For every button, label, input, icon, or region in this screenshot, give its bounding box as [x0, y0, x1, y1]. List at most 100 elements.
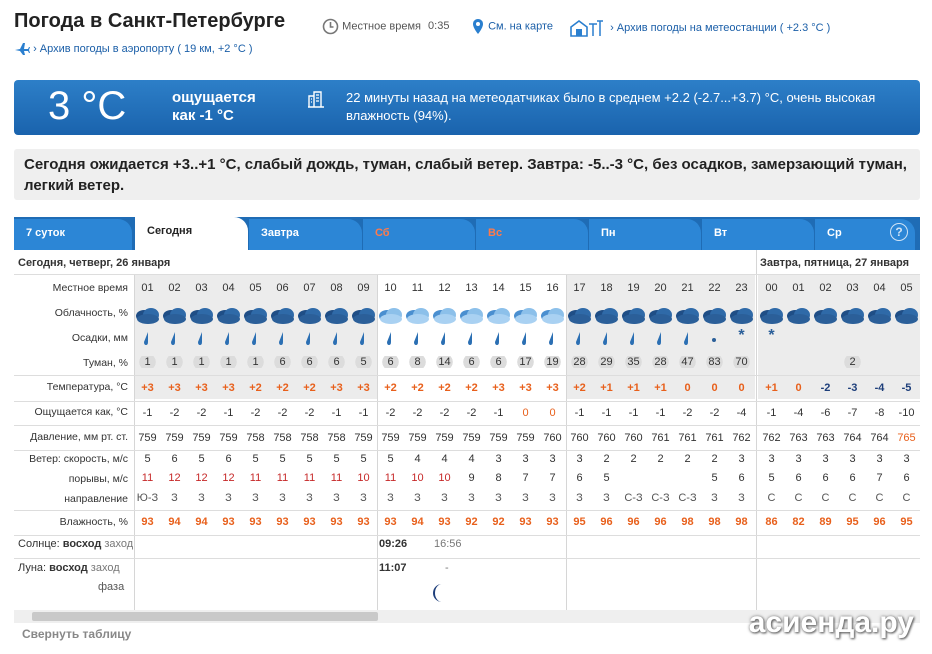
humidity-cell: 92	[492, 516, 505, 528]
cloud-icon	[134, 304, 161, 326]
tab-0[interactable]: 7 суток	[14, 219, 132, 250]
rain-drop-icon	[377, 326, 404, 348]
moon-phase-label: фаза	[98, 581, 125, 593]
pressure-cell: 763	[816, 432, 835, 444]
tab-4[interactable]: Вс	[476, 219, 588, 250]
fog-cell: 70	[728, 356, 755, 368]
rain-drop-icon	[485, 326, 512, 348]
fog-cell: 1	[215, 356, 242, 368]
direction-cell: С	[848, 492, 857, 504]
row-separator	[14, 558, 920, 559]
local-time-value: 0:35	[428, 20, 450, 33]
airport-archive-label[interactable]: Архив погоды в аэропорту	[40, 43, 174, 55]
day-tabs: Ср Вт Пн Вс Сб Завтра Сегодня 7 суток ?	[14, 217, 920, 250]
map-link-label[interactable]: См. на карте	[488, 20, 553, 32]
hour-cell: 08	[330, 282, 343, 294]
wind-speed-cell: 3	[576, 453, 583, 465]
sunset-time: 16:56	[434, 538, 462, 550]
hour-cell: 18	[600, 282, 613, 294]
wind-speed-cell: 5	[144, 453, 151, 465]
collapse-table-link[interactable]: Свернуть таблицу	[22, 627, 131, 641]
tab-3[interactable]: Сб	[363, 219, 475, 250]
rain-drop-icon	[512, 326, 539, 348]
station-archive-link[interactable]: › Архив погоды на метеостанции ( +2.3 °C…	[569, 18, 830, 38]
gusts-cell: 7	[549, 472, 556, 484]
pressure-cell: 765	[897, 432, 916, 444]
wind-speed-cell: 3	[849, 453, 856, 465]
row-separator	[14, 450, 920, 451]
map-link[interactable]: См. на карте	[471, 18, 553, 35]
tab-6[interactable]: Вт	[702, 219, 814, 250]
temp-cell: -5	[901, 382, 912, 394]
airport-archive-link[interactable]: › Архив погоды в аэропорту ( 19 км, +2 °…	[14, 42, 253, 56]
humidity-cell: 94	[195, 516, 208, 528]
rain-drop-icon	[215, 326, 242, 348]
humidity-cell: 82	[792, 516, 805, 528]
hour-cell: 16	[546, 282, 559, 294]
pressure-cell: 759	[462, 432, 481, 444]
fog-cell: 19	[539, 356, 566, 368]
rain-drop-icon	[323, 326, 350, 348]
fog-cell: 6	[323, 356, 350, 368]
hour-cell: 23	[735, 282, 748, 294]
gusts-cell: 11	[249, 472, 262, 484]
cloud-icon	[215, 304, 242, 326]
rain-drop-icon	[566, 326, 593, 348]
direction-cell: З	[738, 492, 745, 504]
wind-speed-cell: 3	[549, 453, 556, 465]
tab-5[interactable]: Пн	[589, 219, 701, 250]
column-separator	[756, 250, 757, 610]
map-pin-icon	[473, 19, 483, 34]
station-archive-label[interactable]: Архив погоды на метеостанции	[617, 22, 777, 34]
pressure-cell: 758	[300, 432, 319, 444]
pressure-cell: 759	[165, 432, 184, 444]
airport-archive-info: ( 19 км, +2 °C )	[177, 42, 253, 55]
direction-cell: С	[821, 492, 830, 504]
hour-cell: 03	[195, 282, 208, 294]
wind-speed-cell: 4	[414, 453, 421, 465]
direction-cell: З	[495, 492, 502, 504]
gusts-cell: 7	[522, 472, 529, 484]
pressure-cell: 760	[597, 432, 616, 444]
rain-drop-icon	[161, 326, 188, 348]
row-label-humidity: Влажность, %	[59, 516, 128, 528]
humidity-cell: 96	[873, 516, 886, 528]
rain-drop-icon	[674, 326, 701, 348]
fog-cell: 6	[296, 356, 323, 368]
wind-speed-cell: 2	[684, 453, 691, 465]
help-icon[interactable]: ?	[890, 223, 908, 241]
tab-2[interactable]: Завтра	[249, 219, 362, 250]
wind-speed-cell: 2	[630, 453, 637, 465]
humidity-cell: 93	[276, 516, 289, 528]
sensor-info: 22 минуты назад на метеодатчиках было в …	[346, 90, 876, 123]
rain-drop-icon	[269, 326, 296, 348]
temp-cell: +2	[384, 382, 397, 394]
cloud-icon	[431, 304, 458, 326]
tab-1[interactable]: Сегодня	[135, 217, 248, 250]
feels-cell: -8	[874, 407, 885, 419]
fog-cell: 6	[485, 356, 512, 368]
humidity-cell: 93	[438, 516, 451, 528]
cloud-icon	[485, 304, 512, 326]
temp-cell: 0	[738, 382, 745, 394]
gusts-cell: 11	[303, 472, 316, 484]
rain-drop-icon	[431, 326, 458, 348]
feels-cell: -1	[142, 407, 153, 419]
fog-cell: 6	[458, 356, 485, 368]
pressure-cell: 763	[789, 432, 808, 444]
pressure-cell: 761	[705, 432, 724, 444]
cloud-icon	[242, 304, 269, 326]
feels-cell: -1	[655, 407, 666, 419]
cloud-icon	[701, 304, 728, 326]
feels-cell: -6	[820, 407, 831, 419]
temp-cell: 0	[795, 382, 802, 394]
gusts-cell: 6	[576, 472, 583, 484]
moon-label: Луна: восход заход	[18, 562, 120, 574]
hour-cell: 05	[900, 282, 913, 294]
feels-cell: -2	[682, 407, 693, 419]
local-time-label: Местное время	[342, 20, 421, 33]
hourly-table: Сегодня, четверг, 26 января Завтра, пятни…	[14, 250, 920, 610]
wind-speed-cell: 5	[252, 453, 259, 465]
gusts-cell: 6	[795, 472, 802, 484]
scrollbar-thumb[interactable]	[32, 612, 378, 621]
